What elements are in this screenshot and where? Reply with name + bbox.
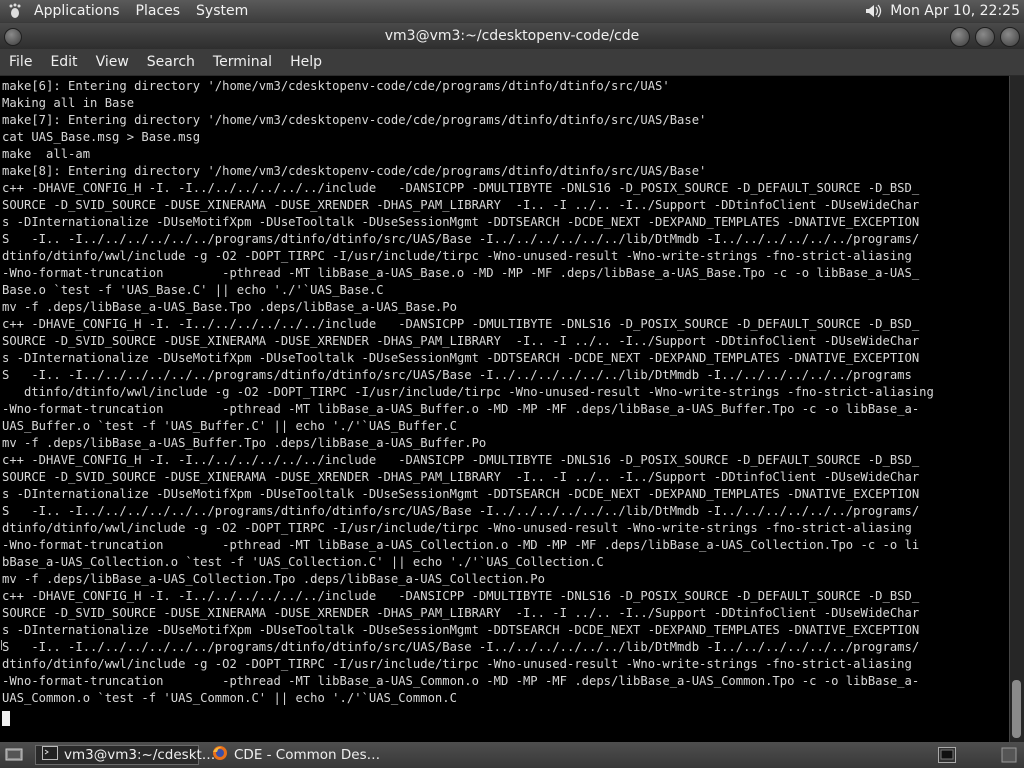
terminal-output[interactable]: make[6]: Entering directory '/home/vm3/c… (2, 78, 1008, 740)
gnome-foot-icon[interactable] (4, 1, 26, 21)
firefox-icon (212, 745, 228, 765)
terminal-window: vm3@vm3:~/cdesktopenv-code/cde File Edit… (0, 23, 1024, 742)
terminal-line: s -DInternationalize -DUseMotifXpm -DUse… (2, 623, 920, 637)
workspace-switcher[interactable] (998, 745, 1020, 765)
terminal-line: dtinfo/dtinfo/wwl/include -g -O2 -DOPT_T… (2, 385, 934, 399)
terminal-line: -Wno-format-truncation -pthread -MT libB… (2, 402, 920, 416)
terminal-menubar: File Edit View Search Terminal Help (0, 49, 1024, 75)
close-button[interactable] (1000, 27, 1020, 47)
terminal-tray-icon[interactable] (936, 745, 958, 765)
terminal-cursor (2, 711, 10, 726)
terminal-line: S -I.. -I../../../../../../programs/dtin… (2, 232, 920, 246)
terminal-line: S -I.. -I../../../../../../programs/dtin… (2, 640, 920, 654)
terminal-line: s -DInternationalize -DUseMotifXpm -DUse… (2, 351, 920, 365)
menu-view[interactable]: View (87, 54, 138, 70)
terminal-line: mv -f .deps/libBase_a-UAS_Collection.Tpo… (2, 572, 545, 586)
terminal-line: -Wno-format-truncation -pthread -MT libB… (2, 266, 920, 280)
terminal-line: -Wno-format-truncation -pthread -MT libB… (2, 538, 920, 552)
terminal-line: UAS_Buffer.o `test -f 'UAS_Buffer.C' || … (2, 419, 457, 433)
terminal-line: make[7]: Entering directory '/home/vm3/c… (2, 113, 707, 127)
terminal-line: s -DInternationalize -DUseMotifXpm -DUse… (2, 487, 920, 501)
terminal-line: Base.o `test -f 'UAS_Base.C' || echo './… (2, 283, 384, 297)
scrollbar-thumb[interactable] (1012, 680, 1021, 738)
terminal-line: c++ -DHAVE_CONFIG_H -I. -I../../../../..… (2, 317, 920, 331)
menu-places[interactable]: Places (128, 3, 189, 19)
menu-system[interactable]: System (188, 3, 256, 19)
speaker-icon[interactable] (862, 1, 884, 21)
window-menu-button[interactable] (4, 28, 22, 46)
terminal-line: SOURCE -D_SVID_SOURCE -DUSE_XINERAMA -DU… (2, 198, 920, 212)
task-firefox[interactable]: CDE - Common Des… (205, 745, 387, 765)
terminal-line: cat UAS_Base.msg > Base.msg (2, 130, 201, 144)
window-titlebar[interactable]: vm3@vm3:~/cdesktopenv-code/cde (0, 23, 1024, 49)
maximize-button[interactable] (975, 27, 995, 47)
terminal-line: UAS_Common.o `test -f 'UAS_Common.C' || … (2, 691, 457, 705)
terminal-icon (42, 746, 58, 764)
terminal-line: S -I.. -I../../../../../../programs/dtin… (2, 504, 920, 518)
terminal-line: dtinfo/dtinfo/wwl/include -g -O2 -DOPT_T… (2, 249, 912, 263)
terminal-line: make[8]: Entering directory '/home/vm3/c… (2, 164, 707, 178)
terminal-line: mv -f .deps/libBase_a-UAS_Buffer.Tpo .de… (2, 436, 487, 450)
terminal-line: make[6]: Entering directory '/home/vm3/c… (2, 79, 670, 93)
terminal-line: S -I.. -I../../../../../../programs/dtin… (2, 368, 912, 382)
task-firefox-label: CDE - Common Des… (234, 747, 381, 763)
window-title: vm3@vm3:~/cdesktopenv-code/cde (384, 28, 640, 44)
text-cursor-ibeam (1, 640, 6, 650)
terminal-line: dtinfo/dtinfo/wwl/include -g -O2 -DOPT_T… (2, 657, 912, 671)
menu-help[interactable]: Help (281, 54, 331, 70)
terminal-line: dtinfo/dtinfo/wwl/include -g -O2 -DOPT_T… (2, 521, 912, 535)
top-panel: Applications Places System Mon Apr 10, 2… (0, 0, 1024, 22)
terminal-line: c++ -DHAVE_CONFIG_H -I. -I../../../../..… (2, 589, 920, 603)
terminal-area[interactable]: make[6]: Entering directory '/home/vm3/c… (0, 76, 1024, 742)
terminal-line: SOURCE -D_SVID_SOURCE -DUSE_XINERAMA -DU… (2, 606, 920, 620)
menu-applications[interactable]: Applications (26, 3, 128, 19)
minimize-button[interactable] (950, 27, 970, 47)
terminal-line: mv -f .deps/libBase_a-UAS_Base.Tpo .deps… (2, 300, 457, 314)
menu-terminal[interactable]: Terminal (204, 54, 281, 70)
clock[interactable]: Mon Apr 10, 22:25 (890, 3, 1024, 19)
terminal-line: SOURCE -D_SVID_SOURCE -DUSE_XINERAMA -DU… (2, 334, 920, 348)
terminal-line: bBase_a-UAS_Collection.o `test -f 'UAS_C… (2, 555, 604, 569)
terminal-line: -Wno-format-truncation -pthread -MT libB… (2, 674, 920, 688)
menu-file[interactable]: File (0, 54, 41, 70)
terminal-prompt-line (2, 711, 1008, 728)
menu-edit[interactable]: Edit (41, 54, 86, 70)
terminal-line: make all-am (2, 147, 91, 161)
terminal-line: SOURCE -D_SVID_SOURCE -DUSE_XINERAMA -DU… (2, 470, 920, 484)
terminal-line: s -DInternationalize -DUseMotifXpm -DUse… (2, 215, 920, 229)
menu-search[interactable]: Search (138, 54, 204, 70)
task-terminal[interactable]: vm3@vm3:~/cdeskt… (35, 745, 215, 765)
terminal-line: c++ -DHAVE_CONFIG_H -I. -I../../../../..… (2, 453, 920, 467)
terminal-line: Making all in Base (2, 96, 135, 110)
show-desktop-icon[interactable] (3, 745, 25, 765)
bottom-panel: vm3@vm3:~/cdeskt… CDE - Common Des… (0, 742, 1024, 768)
task-terminal-label: vm3@vm3:~/cdeskt… (64, 747, 216, 763)
terminal-scrollbar[interactable] (1009, 76, 1024, 742)
terminal-line: c++ -DHAVE_CONFIG_H -I. -I../../../../..… (2, 181, 920, 195)
